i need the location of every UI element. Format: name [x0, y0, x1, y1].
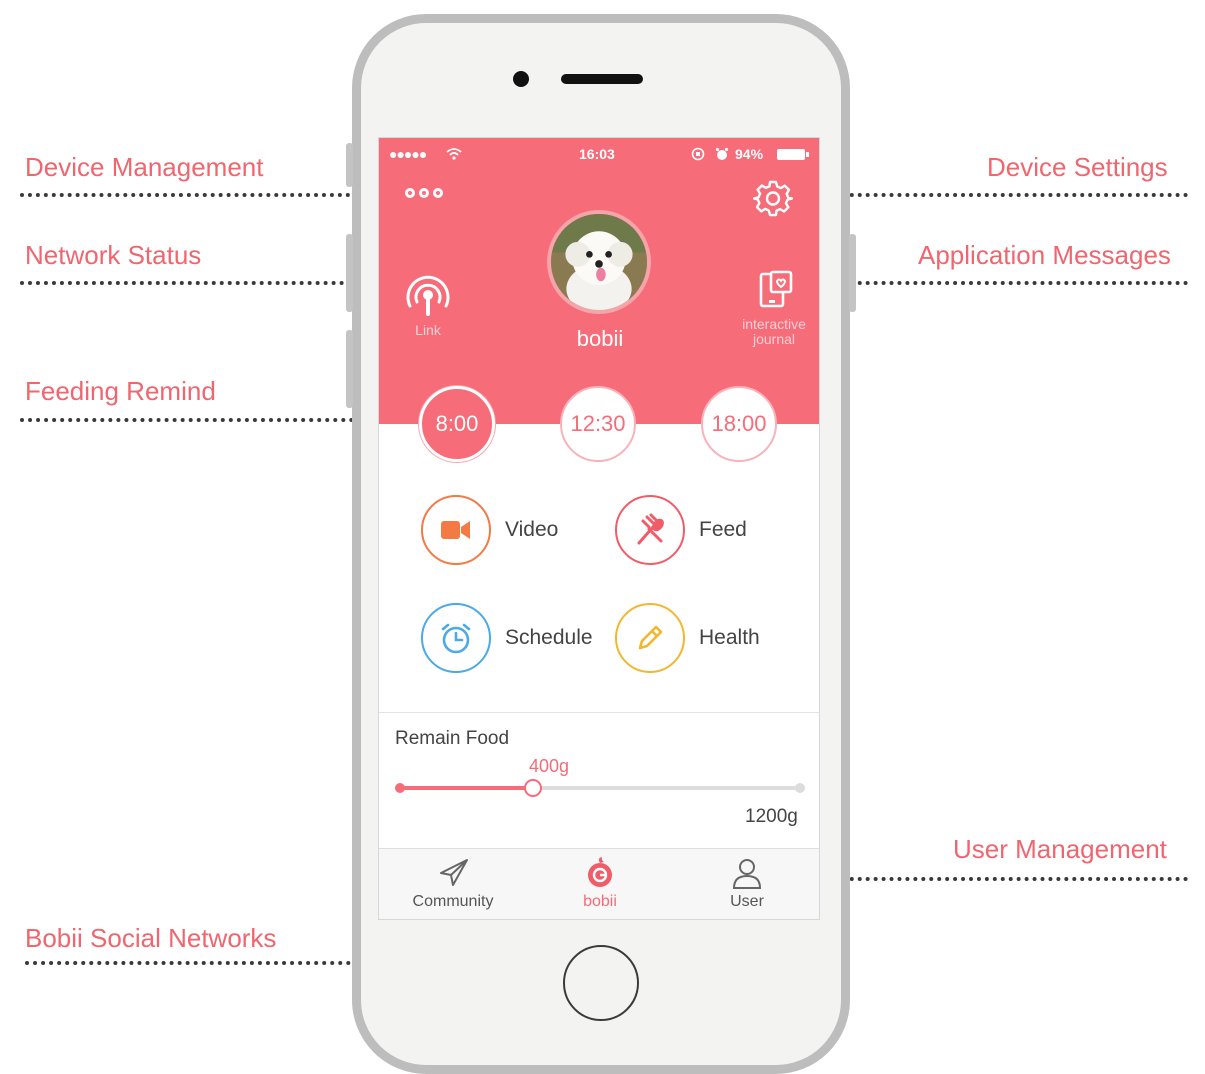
remain-food-title: Remain Food [395, 728, 510, 749]
tab-bobii[interactable]: bobii [526, 849, 674, 919]
battery-percent: 94% [735, 146, 764, 162]
wifi-icon [446, 148, 462, 160]
pet-avatar[interactable] [547, 210, 651, 314]
link-label: Link [415, 322, 441, 338]
feed-label: Feed [699, 518, 747, 541]
earpiece-speaker [561, 74, 643, 84]
paper-plane-icon [440, 859, 468, 886]
schedule-button[interactable] [421, 603, 491, 673]
feeding-time-3[interactable]: 18:00 [701, 386, 777, 462]
battery-icon [777, 149, 809, 160]
slider-start-dot [395, 783, 405, 793]
fork-spoon-icon [637, 513, 664, 545]
leader-line-application-messages [818, 281, 1188, 285]
power-button [849, 234, 856, 312]
journal-label: interactive journal [742, 316, 806, 347]
feed-button[interactable] [615, 495, 685, 565]
volume-up-button [346, 234, 353, 312]
schedule-label: Schedule [505, 626, 593, 649]
rotation-lock-icon [691, 147, 705, 161]
alarm-status-icon [715, 147, 729, 160]
slider-end-dot [795, 783, 805, 793]
bobii-logo-icon [588, 857, 612, 887]
remain-food-slider[interactable] [395, 779, 805, 797]
leader-line-device-management [20, 193, 390, 197]
leader-line-network-status [20, 281, 400, 285]
journal-icon[interactable] [757, 270, 797, 310]
feeding-time-1[interactable]: 8:00 [419, 386, 495, 462]
annotation-application-messages: Application Messages [918, 240, 1171, 270]
gear-icon[interactable] [753, 178, 793, 218]
schedule-feature[interactable]: Schedule [421, 603, 593, 673]
annotation-feeding-remind: Feeding Remind [25, 376, 216, 406]
remain-food-max: 1200g [745, 806, 798, 827]
annotation-user-management: User Management [953, 834, 1167, 864]
tab-community[interactable]: Community [379, 849, 527, 919]
status-time: 16:03 [579, 146, 615, 162]
leader-line-device-settings [818, 193, 1188, 197]
health-feature[interactable]: Health [615, 603, 760, 673]
health-label: Health [699, 626, 760, 649]
ellipsis-menu-icon[interactable] [405, 188, 443, 198]
slider-fill [399, 786, 533, 790]
video-camera-icon [441, 521, 470, 539]
leader-line-user-management [818, 877, 1188, 881]
user-icon [732, 859, 762, 889]
leader-line-feeding-remind [20, 418, 402, 422]
alarm-clock-icon [441, 623, 471, 654]
wifi-broadcast-icon[interactable] [401, 274, 455, 318]
slider-thumb[interactable] [523, 779, 542, 797]
section-divider [379, 712, 819, 713]
annotation-network-status: Network Status [25, 240, 202, 270]
feeding-time-2[interactable]: 12:30 [560, 386, 636, 462]
app-screen: ●●●●● 16:03 94% bobii Link interactive j… [378, 137, 820, 920]
annotation-bobii-social-networks: Bobii Social Networks [25, 923, 277, 953]
home-button[interactable] [563, 945, 639, 1021]
health-button[interactable] [615, 603, 685, 673]
feed-feature[interactable]: Feed [615, 495, 747, 565]
volume-down-button [346, 330, 353, 408]
tab-bar: Community bobii User [379, 848, 819, 919]
remain-food-current: 400g [529, 756, 570, 776]
annotation-device-settings: Device Settings [987, 152, 1168, 182]
tab-user-label: User [730, 893, 764, 910]
tab-bobii-label: bobii [583, 893, 617, 910]
signal-strength: ●●●●● [389, 146, 427, 162]
mute-switch [346, 143, 353, 187]
video-button[interactable] [421, 495, 491, 565]
video-feature[interactable]: Video [421, 495, 558, 565]
front-camera [513, 71, 529, 87]
pencil-icon [638, 625, 663, 650]
video-label: Video [505, 518, 559, 541]
tab-user[interactable]: User [673, 849, 819, 919]
tab-community-label: Community [412, 893, 494, 910]
annotation-device-management: Device Management [25, 152, 264, 182]
